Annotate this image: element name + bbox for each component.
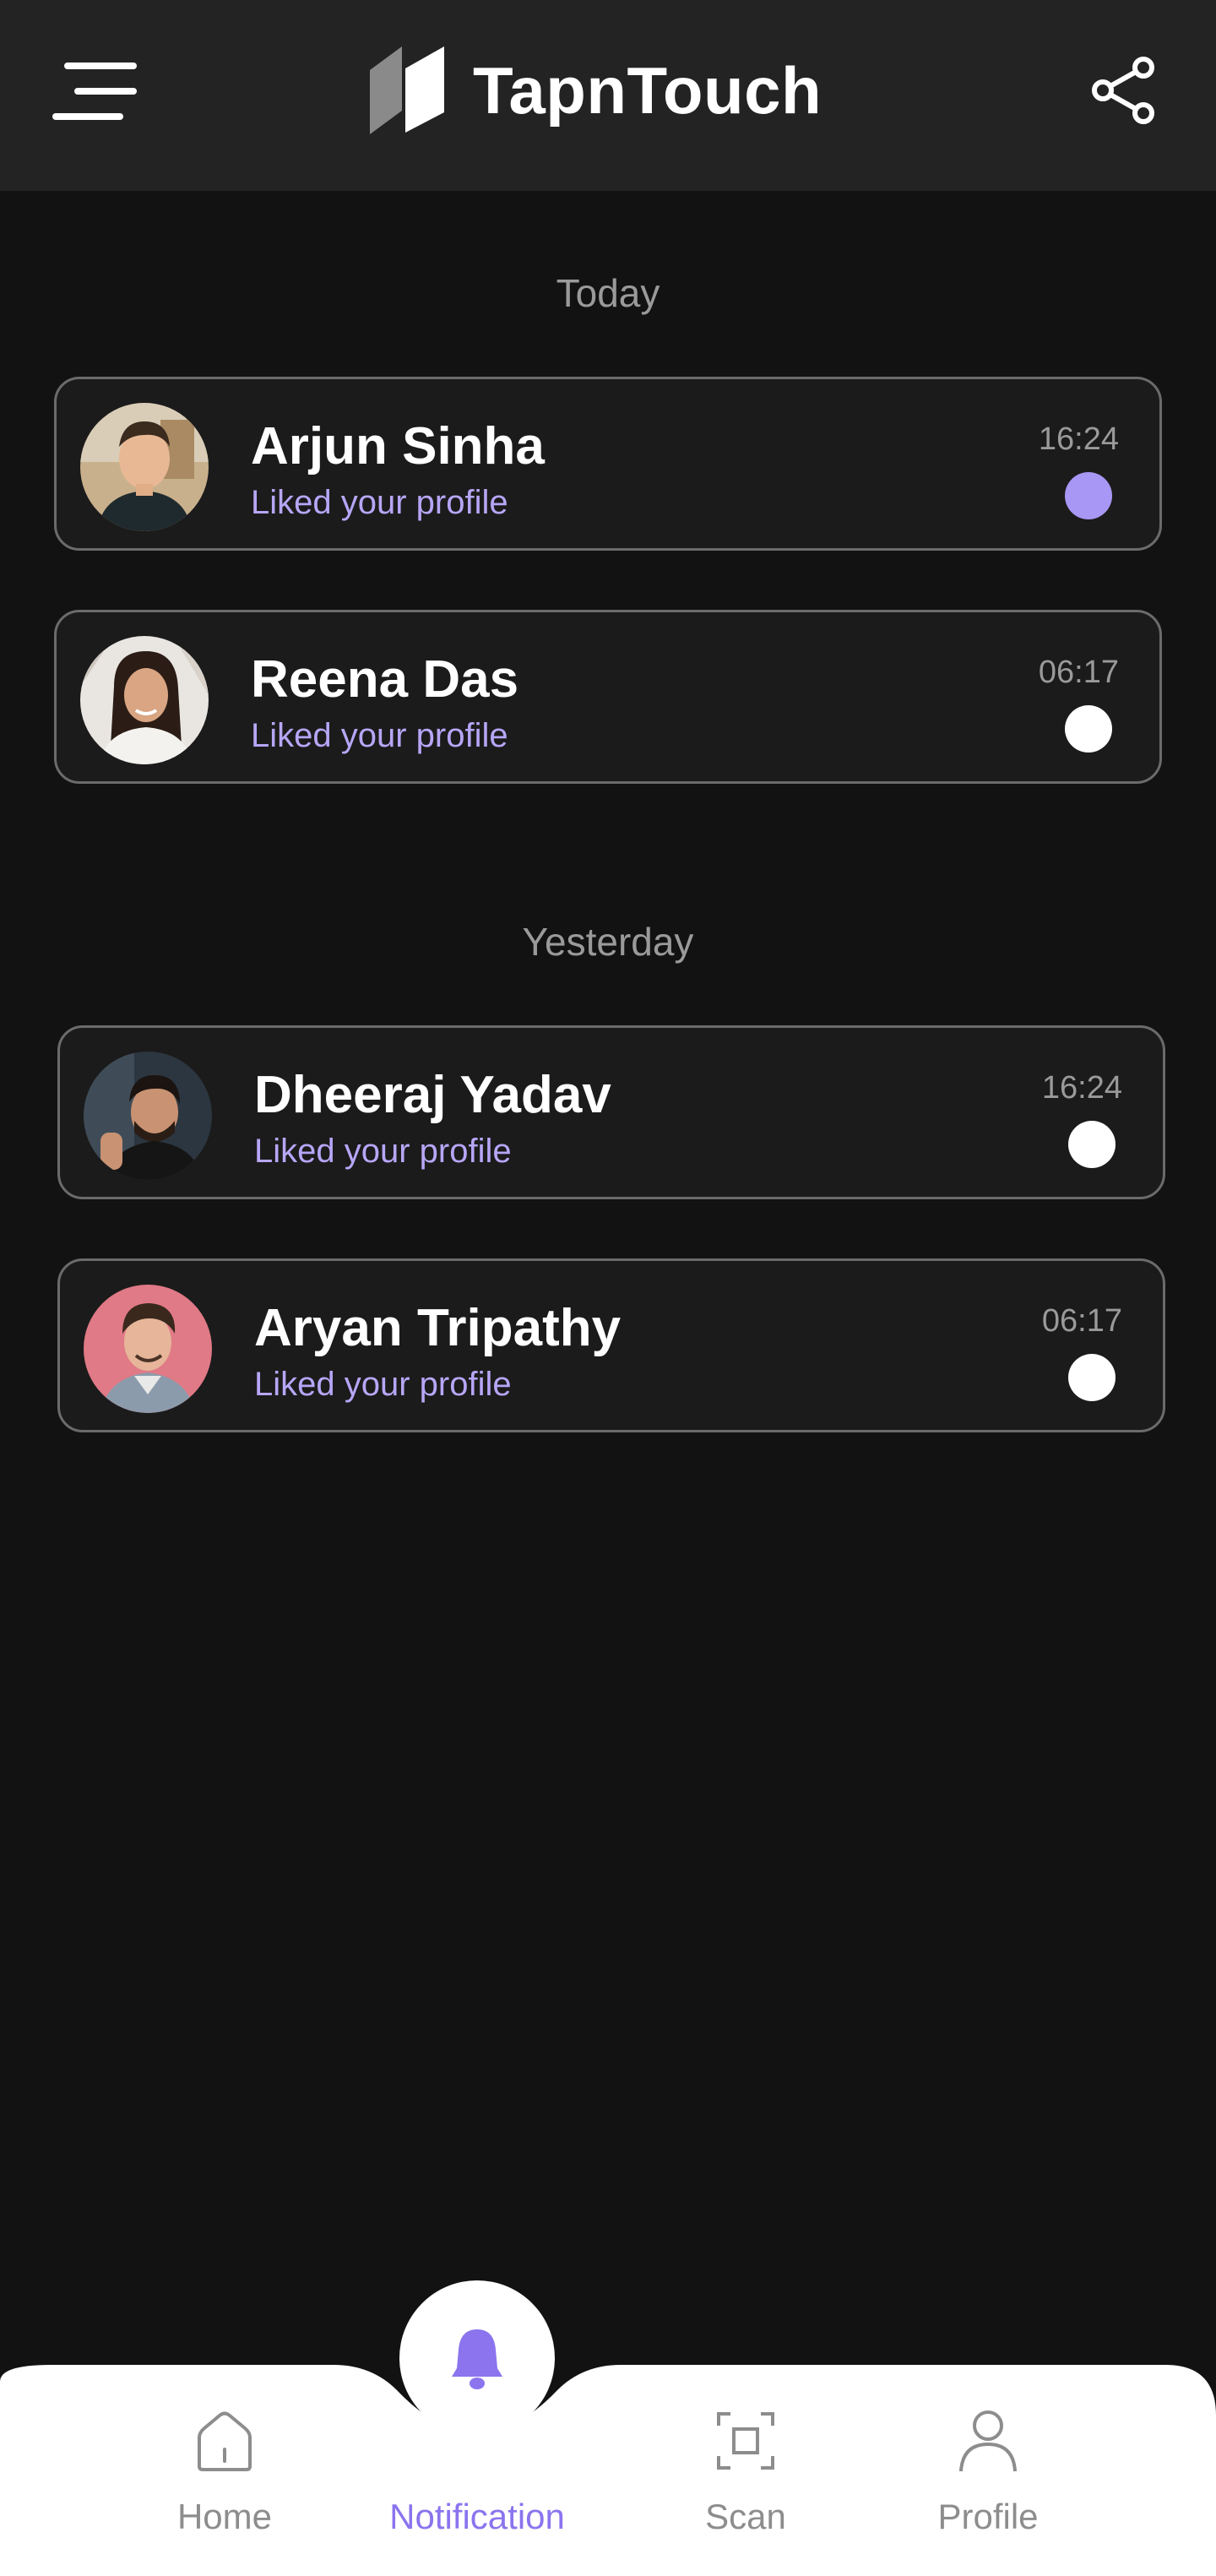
nav-label-profile: Profile — [937, 2497, 1039, 2536]
notification-time: 16:24 — [1041, 1070, 1122, 1106]
nav-label-home: Home — [176, 2497, 273, 2536]
notification-card[interactable]: Aryan Tripathy Liked your profile 06:17 — [57, 1258, 1165, 1432]
notification-name: Reena Das — [251, 650, 519, 709]
notification-message: Liked your profile — [251, 717, 508, 754]
read-indicator — [1065, 705, 1112, 753]
avatar — [80, 403, 209, 531]
notification-message: Liked your profile — [254, 1133, 512, 1170]
nav-item-profile[interactable]: Profile — [887, 2407, 1089, 2559]
unread-indicator — [1065, 472, 1112, 519]
notification-time: 06:17 — [1041, 1303, 1122, 1339]
notification-message: Liked your profile — [251, 484, 508, 521]
notification-name: Arjun Sinha — [251, 417, 545, 476]
notification-card[interactable]: Dheeraj Yadav Liked your profile 16:24 — [57, 1025, 1165, 1199]
share-icon[interactable] — [1089, 56, 1157, 125]
section-heading-today: Today — [556, 271, 660, 315]
app-logo: TapnTouch — [368, 44, 822, 137]
logo-mark-icon — [370, 46, 444, 134]
bottom-navigation: Home Notification Scan Profile — [0, 2280, 1216, 2576]
notification-card[interactable]: Arjun Sinha Liked your profile 16:24 — [54, 377, 1162, 551]
notification-name: Aryan Tripathy — [254, 1299, 622, 1357]
read-indicator — [1068, 1354, 1116, 1401]
home-icon — [198, 2411, 252, 2471]
scan-icon — [717, 2412, 774, 2470]
user-icon — [959, 2410, 1017, 2472]
nav-label-scan: Scan — [705, 2497, 786, 2536]
avatar — [80, 636, 209, 764]
avatar — [84, 1285, 212, 1413]
notification-message: Liked your profile — [254, 1366, 512, 1403]
nav-item-notification[interactable]: Notification — [376, 2407, 578, 2559]
notification-card[interactable]: Reena Das Liked your profile 06:17 — [54, 610, 1162, 784]
bell-icon — [452, 2329, 502, 2389]
avatar — [84, 1052, 212, 1180]
app-header: TapnTouch — [0, 0, 1216, 191]
notification-time: 16:24 — [1038, 421, 1119, 457]
nav-label-notification: Notification — [389, 2497, 565, 2536]
notification-time: 06:17 — [1038, 655, 1119, 690]
nav-item-home[interactable]: Home — [123, 2407, 326, 2559]
app-title: TapnTouch — [473, 52, 822, 128]
read-indicator — [1068, 1121, 1116, 1168]
section-heading-yesterday: Yesterday — [522, 920, 694, 964]
nav-item-scan[interactable]: Scan — [644, 2407, 847, 2559]
notification-name: Dheeraj Yadav — [254, 1066, 611, 1124]
menu-icon[interactable] — [52, 61, 138, 122]
